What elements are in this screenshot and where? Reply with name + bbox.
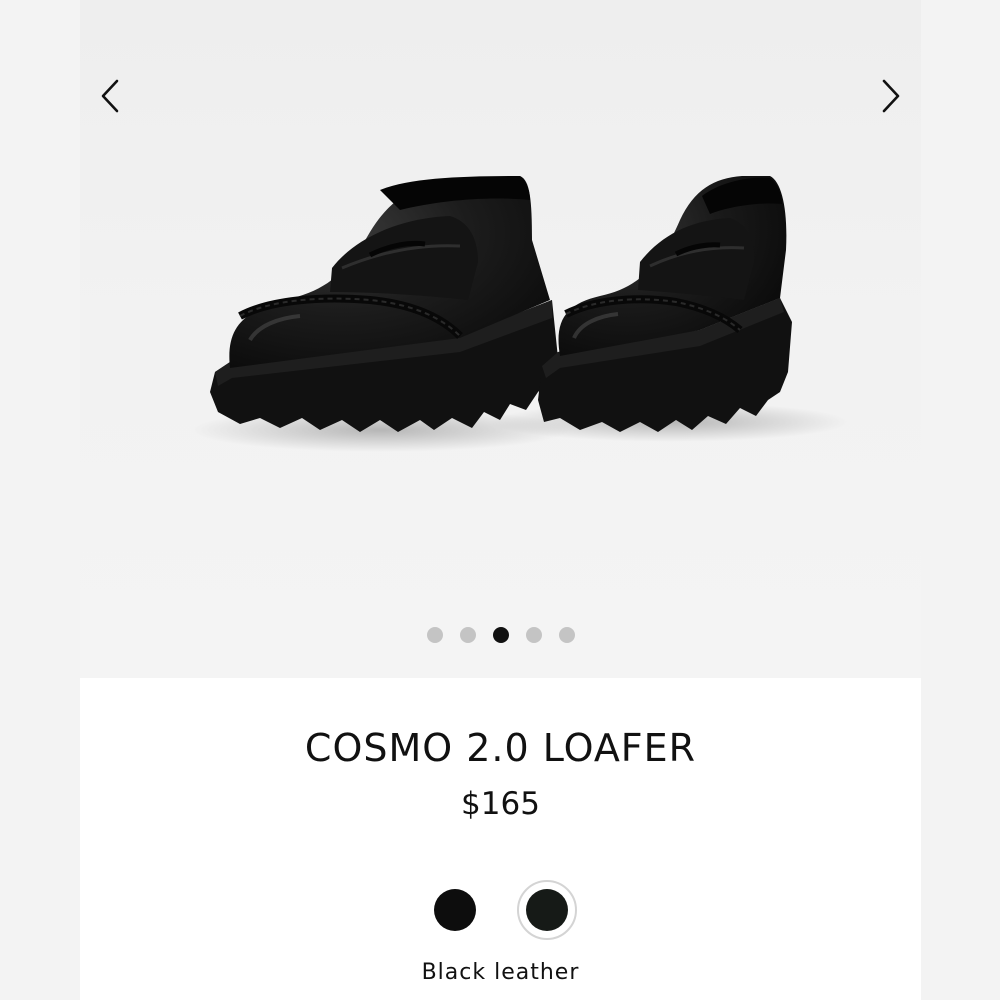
color-swatches (80, 880, 921, 940)
swatch-black-circle (433, 889, 476, 931)
chevron-right-icon (882, 79, 900, 113)
carousel-dot[interactable] (525, 627, 542, 643)
product-info: COSMO 2.0 LOAFER $165 Black leather (80, 678, 921, 1000)
product-price: $165 (461, 786, 540, 822)
right-margin (921, 0, 1000, 1000)
chevron-left-icon (101, 79, 119, 113)
carousel-dot[interactable] (459, 627, 476, 643)
product-title: COSMO 2.0 LOAFER (304, 726, 697, 770)
product-panel: COSMO 2.0 LOAFER $165 Black leather (80, 0, 921, 1000)
swatch-black-leather-circle (525, 889, 568, 931)
carousel-dot[interactable] (426, 627, 443, 643)
left-shoe (210, 176, 558, 432)
left-margin (0, 0, 80, 1000)
carousel-dot-active[interactable] (492, 627, 509, 643)
swatch-black[interactable] (425, 880, 485, 940)
carousel-dot[interactable] (558, 627, 575, 643)
previous-image-button[interactable] (87, 72, 135, 120)
right-shoe (538, 176, 792, 432)
swatch-black-leather[interactable] (516, 880, 577, 940)
product-image (190, 176, 850, 452)
next-image-button[interactable] (866, 72, 914, 120)
selected-color-name: Black leather (421, 960, 580, 985)
product-image-carousel[interactable] (80, 0, 921, 678)
carousel-pagination (80, 627, 921, 643)
